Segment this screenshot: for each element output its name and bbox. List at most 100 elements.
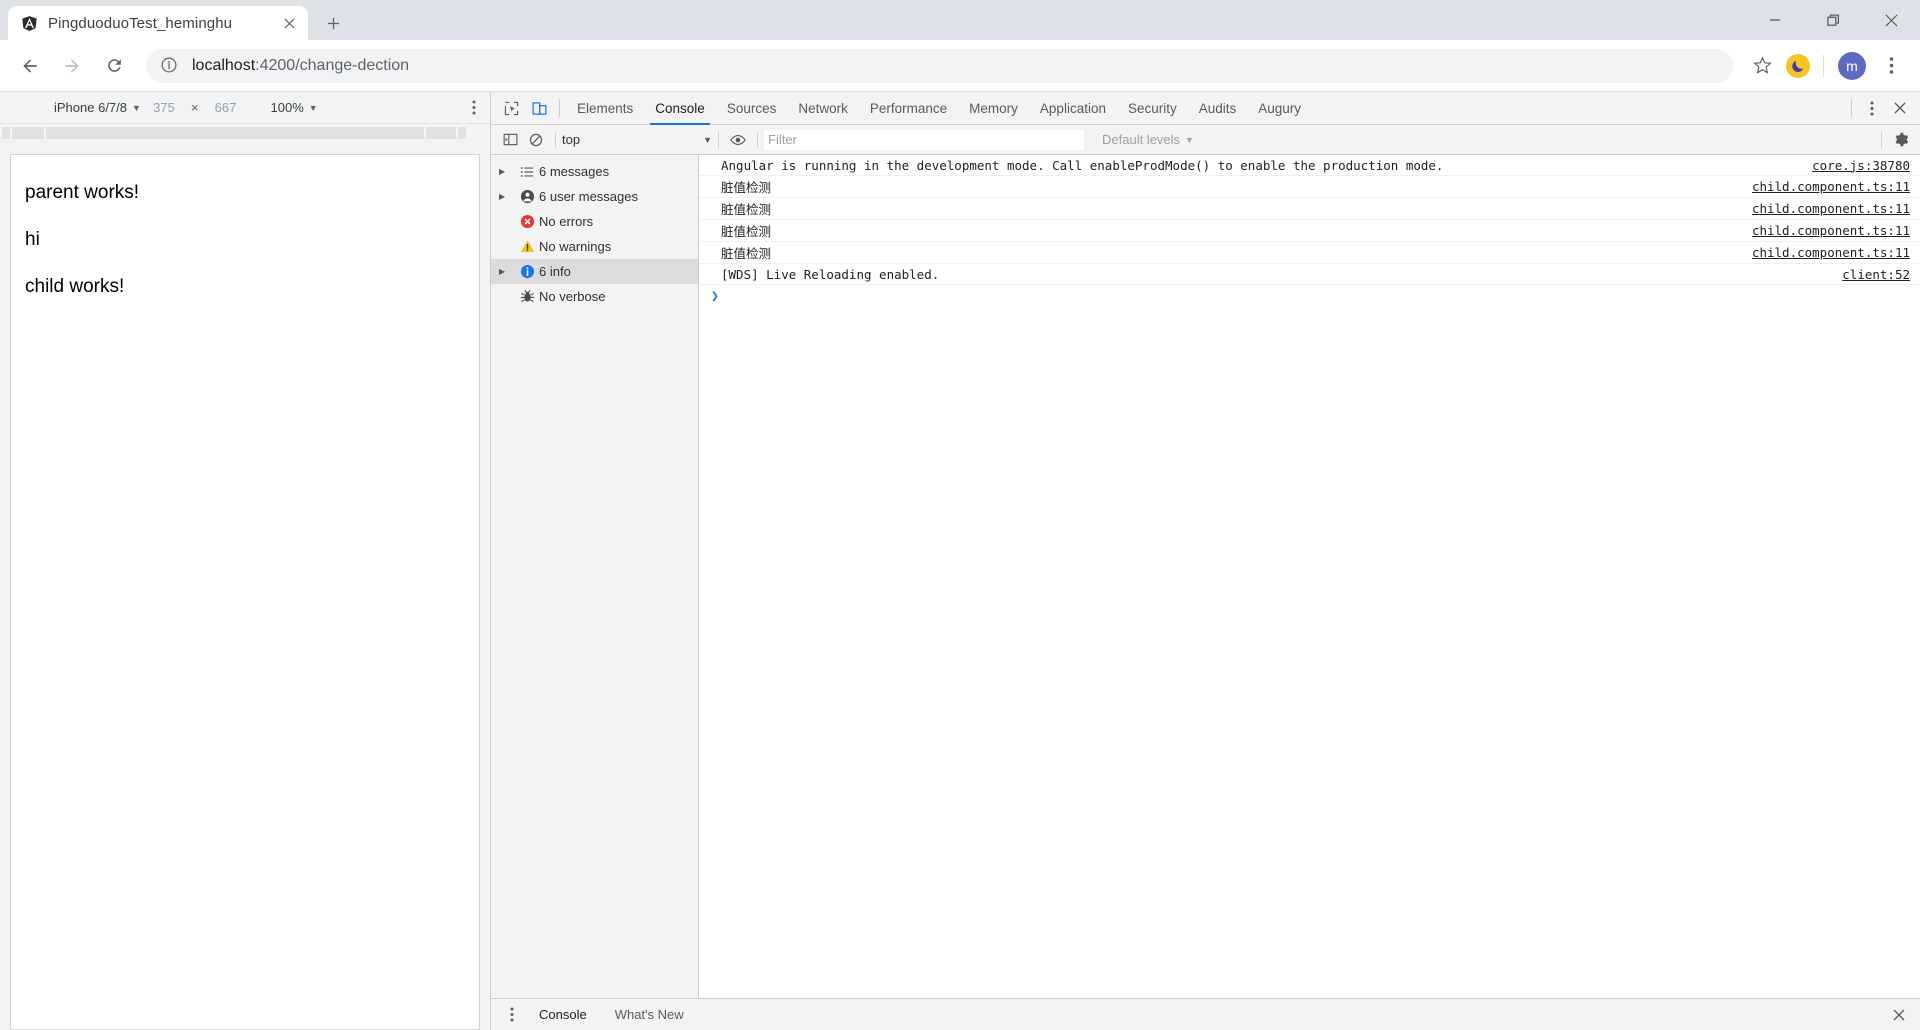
devtools-tabbar-right xyxy=(1845,95,1920,121)
reload-icon[interactable] xyxy=(96,48,132,84)
chevron-down-icon: ▼ xyxy=(308,102,318,113)
dimension-separator: × xyxy=(190,100,199,115)
console-message-text: Angular is running in the development mo… xyxy=(721,157,1444,173)
kebab-menu-icon[interactable] xyxy=(1874,49,1908,83)
toolbar-divider xyxy=(718,131,719,148)
tab-application[interactable]: Application xyxy=(1029,92,1117,125)
new-tab-button[interactable] xyxy=(318,8,348,38)
sidebar-item-label: 6 user messages xyxy=(539,189,638,204)
console-message-list: Angular is running in the development mo… xyxy=(699,155,1920,998)
content-split: iPhone 6/7/8 ▼ 375 × 667 100% ▼ parent w… xyxy=(0,92,1920,1030)
console-filter-input[interactable] xyxy=(764,129,1084,150)
filterbar-right xyxy=(1875,128,1920,152)
tab-network[interactable]: Network xyxy=(787,92,859,125)
console-message-row[interactable]: 脏值检测 child.component.ts:11 xyxy=(699,220,1920,242)
tab-memory[interactable]: Memory xyxy=(958,92,1029,125)
page-viewport: parent works! hi child works! xyxy=(10,154,480,1030)
devtools-tab-bar: Elements Console Sources Network Perform… xyxy=(491,92,1920,125)
device-viewport-wrap: parent works! hi child works! xyxy=(0,142,490,1030)
drawer-close-icon[interactable] xyxy=(1886,1009,1920,1021)
tab-augury[interactable]: Augury xyxy=(1247,92,1312,125)
device-selector[interactable]: iPhone 6/7/8 ▼ xyxy=(54,100,141,115)
avatar[interactable]: m xyxy=(1838,51,1866,80)
devtools-drawer: Console What's New xyxy=(491,998,1920,1030)
ruler-segment xyxy=(12,127,44,139)
moon-extension-icon[interactable] xyxy=(1781,49,1815,83)
ruler-segment xyxy=(458,127,466,139)
console-message-text: 脏值检测 xyxy=(721,202,772,217)
chevron-right-icon[interactable]: ▶ xyxy=(499,267,515,276)
console-prompt[interactable]: ❯ xyxy=(699,285,1920,307)
info-icon xyxy=(515,264,539,279)
inspect-element-icon[interactable] xyxy=(497,95,525,121)
tab-close-icon[interactable] xyxy=(278,12,300,34)
sidebar-item-messages[interactable]: ▶ 6 messages xyxy=(491,159,698,184)
chevron-right-icon[interactable]: ▶ xyxy=(499,167,515,176)
tab-audits[interactable]: Audits xyxy=(1188,92,1248,125)
tab-console[interactable]: Console xyxy=(644,92,716,125)
sidebar-item-label: 6 info xyxy=(539,264,571,279)
console-message-source-link[interactable]: child.component.ts:11 xyxy=(1738,223,1910,238)
list-icon xyxy=(515,165,539,179)
star-icon[interactable] xyxy=(1745,49,1779,83)
devtools-kebab-menu-icon[interactable] xyxy=(1858,95,1886,121)
forward-arrow-icon[interactable] xyxy=(54,48,90,84)
back-arrow-icon[interactable] xyxy=(12,48,48,84)
drawer-tab-whats-new[interactable]: What's New xyxy=(601,999,698,1030)
drawer-tab-console[interactable]: Console xyxy=(525,999,601,1030)
console-sidebar-toggle-icon[interactable] xyxy=(497,128,523,152)
angular-logo-icon xyxy=(20,14,38,32)
device-toolbar-kebab-icon[interactable] xyxy=(472,100,476,115)
sidebar-item-info[interactable]: ▶ 6 info xyxy=(491,259,698,284)
device-name: iPhone 6/7/8 xyxy=(54,100,128,115)
console-message-row[interactable]: 脏值检测 child.component.ts:11 xyxy=(699,176,1920,198)
page-info-icon[interactable] xyxy=(160,56,180,76)
chevron-right-icon[interactable]: ▶ xyxy=(499,192,515,201)
tab-strip: PingduoduoTest_heminghu xyxy=(0,0,1920,40)
toolbar-divider xyxy=(757,131,758,148)
console-message-row[interactable]: 脏值检测 child.component.ts:11 xyxy=(699,242,1920,264)
address-bar[interactable]: localhost:4200/change-dection xyxy=(146,48,1733,83)
tab-elements[interactable]: Elements xyxy=(566,92,644,125)
browser-tab[interactable]: PingduoduoTest_heminghu xyxy=(8,6,308,40)
gear-icon[interactable] xyxy=(1888,128,1914,152)
page-text-line: child works! xyxy=(25,275,125,297)
clear-console-icon[interactable] xyxy=(523,128,549,152)
toolbar-divider xyxy=(1881,131,1882,148)
console-message-row[interactable]: [WDS] Live Reloading enabled. client:52 xyxy=(699,264,1920,285)
minimize-icon[interactable] xyxy=(1746,0,1804,40)
drawer-kebab-menu-icon[interactable] xyxy=(499,1007,525,1022)
console-context-selector[interactable]: top ▼ xyxy=(562,132,712,147)
console-sidebar: ▶ 6 messages ▶ 6 user messages No errors… xyxy=(491,155,699,998)
sidebar-item-warnings[interactable]: No warnings xyxy=(491,234,698,259)
chevron-down-icon: ▼ xyxy=(1185,134,1194,145)
console-message-row[interactable]: 脏值检测 child.component.ts:11 xyxy=(699,198,1920,220)
device-height-input[interactable]: 667 xyxy=(203,100,249,115)
chevron-down-icon: ▼ xyxy=(132,102,141,113)
toolbar-divider xyxy=(1823,54,1824,77)
console-message-row[interactable]: Angular is running in the development mo… xyxy=(699,155,1920,176)
maximize-icon[interactable] xyxy=(1804,0,1862,40)
device-zoom-selector[interactable]: 100% ▼ xyxy=(271,100,318,115)
device-width-input[interactable]: 375 xyxy=(141,100,187,115)
sidebar-item-label: No errors xyxy=(539,214,594,229)
address-bar-text: localhost:4200/change-dection xyxy=(192,57,409,75)
sidebar-item-verbose[interactable]: No verbose xyxy=(491,284,698,309)
console-message-source-link[interactable]: child.component.ts:11 xyxy=(1738,245,1910,260)
console-message-source-link[interactable]: child.component.ts:11 xyxy=(1738,179,1910,194)
console-log-levels-selector[interactable]: Default levels ▼ xyxy=(1102,132,1194,147)
tab-sources[interactable]: Sources xyxy=(716,92,788,125)
console-message-source-link[interactable]: child.component.ts:11 xyxy=(1738,201,1910,216)
tab-security[interactable]: Security xyxy=(1117,92,1188,125)
console-message-source-link[interactable]: core.js:38780 xyxy=(1798,158,1910,173)
tab-performance[interactable]: Performance xyxy=(859,92,958,125)
devtools-close-icon[interactable] xyxy=(1886,95,1914,121)
close-icon[interactable] xyxy=(1862,0,1920,40)
live-expression-eye-icon[interactable] xyxy=(725,128,751,152)
sidebar-item-errors[interactable]: No errors xyxy=(491,209,698,234)
console-message-source-link[interactable]: client:52 xyxy=(1828,267,1910,282)
toggle-device-toolbar-icon[interactable] xyxy=(525,95,553,121)
page-text-line: parent works! xyxy=(25,182,140,203)
user-icon xyxy=(515,189,539,204)
sidebar-item-user-messages[interactable]: ▶ 6 user messages xyxy=(491,184,698,209)
